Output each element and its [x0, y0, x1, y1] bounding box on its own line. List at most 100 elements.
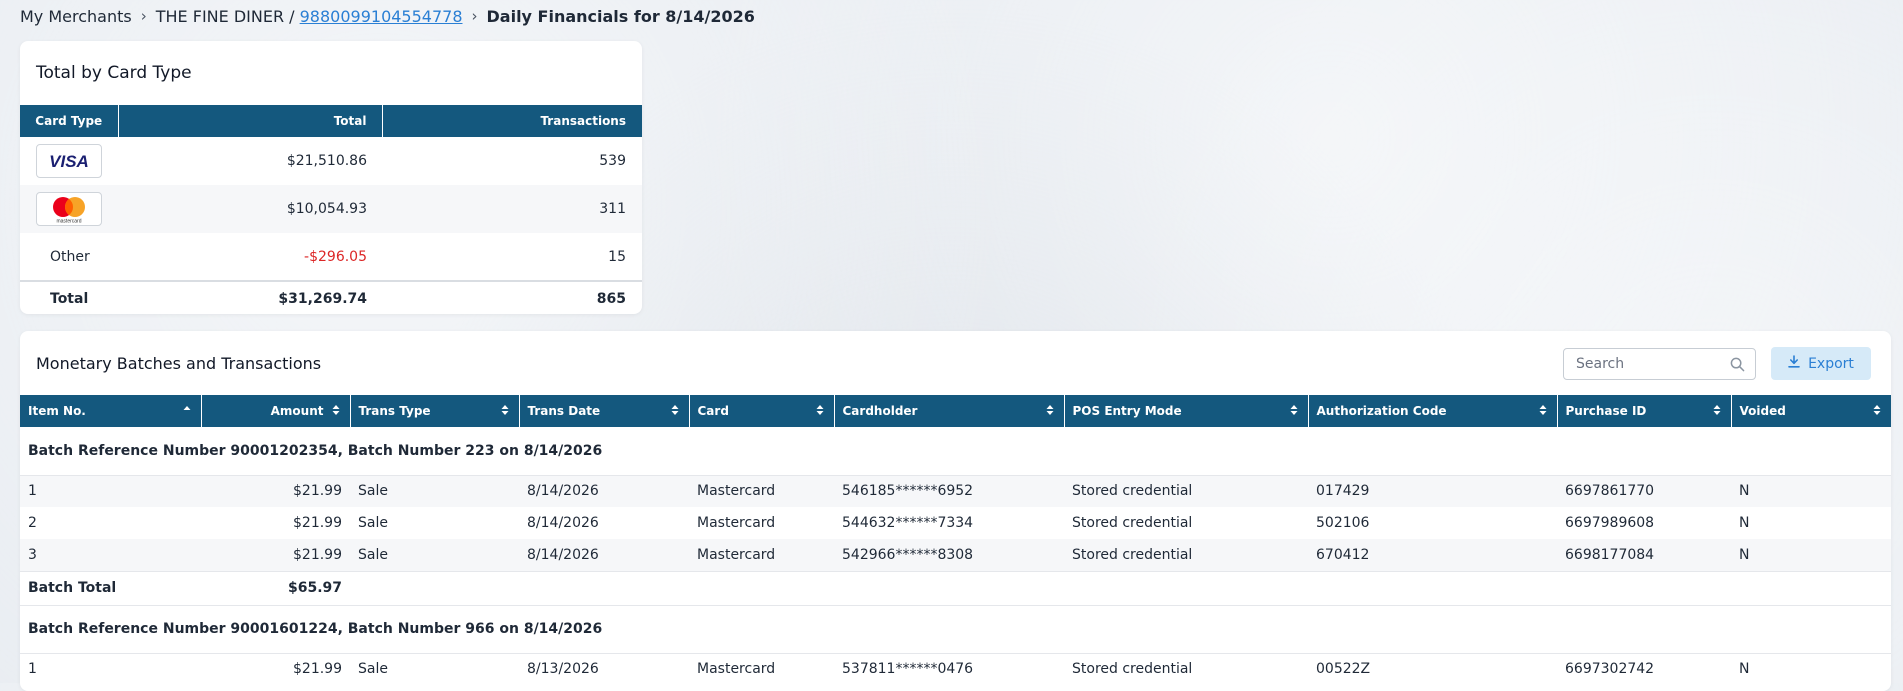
row-total: $21,510.86 — [286, 153, 367, 169]
cell-voided: N — [1739, 515, 1750, 531]
total-amount: $31,269.74 — [118, 280, 382, 315]
column-header-amount[interactable]: Amount — [201, 395, 351, 427]
batches-panel: Monetary Batches and Transactions Export… — [20, 331, 1891, 691]
cell-trans-date: 8/14/2026 — [519, 475, 689, 507]
sort-icon — [1045, 404, 1055, 419]
visa-logo: VISA — [36, 144, 102, 178]
column-header-authorization-code[interactable]: Authorization Code — [1308, 395, 1558, 427]
cell-pos-entry-mode: Stored credential — [1072, 661, 1193, 678]
breadcrumb-my-merchants[interactable]: My Merchants — [20, 7, 132, 26]
cell-authorization-code: 017429 — [1308, 475, 1557, 507]
column-header-item-no[interactable]: Item No. — [20, 395, 202, 427]
table-row[interactable]: 3 $21.99 Sale 8/14/2026 Mastercard 54296… — [20, 539, 1891, 571]
cell-item-no: 3 — [20, 539, 201, 571]
total-label: Total — [20, 280, 118, 315]
row-card-type: Other — [50, 248, 90, 265]
export-label: Export — [1808, 355, 1854, 372]
table-row: VISA $21,510.86 539 — [20, 137, 642, 185]
cell-voided: N — [1731, 539, 1891, 571]
cell-authorization-code: 670412 — [1308, 539, 1557, 571]
batch-total-label: Batch Total — [20, 570, 201, 606]
breadcrumb: My Merchants › THE FINE DINER / 98800991… — [20, 4, 755, 28]
cell-amount: $21.99 — [293, 661, 342, 678]
search-input[interactable] — [1574, 355, 1724, 373]
download-icon — [1788, 355, 1800, 372]
cell-item-no: 1 — [28, 661, 37, 678]
table-row[interactable]: 2 $21.99 Sale 8/14/2026 Mastercard 54463… — [20, 507, 1891, 539]
cell-pos-entry-mode: Stored credential — [1072, 515, 1193, 531]
batch-header: Batch Reference Number 90001601224, Batc… — [20, 605, 1891, 654]
batch-header: Batch Reference Number 90001202354, Batc… — [20, 427, 1891, 476]
svg-text:mastercard: mastercard — [56, 219, 81, 225]
column-header-cardholder[interactable]: Cardholder — [834, 395, 1065, 427]
cell-cardholder: 544632******7334 — [842, 515, 974, 531]
sort-icon — [815, 404, 825, 419]
column-header-total: Total — [118, 105, 383, 137]
chevron-right-icon: › — [140, 7, 147, 25]
cell-item-no: 1 — [20, 475, 201, 507]
cell-amount: $21.99 — [293, 515, 342, 531]
column-header-trans-type[interactable]: Trans Type — [350, 395, 520, 427]
cell-item-no: 2 — [28, 515, 37, 531]
table-row: mastercard $10,054.93 311 — [20, 185, 642, 233]
row-total: $10,054.93 — [118, 185, 382, 233]
cell-card: Mastercard — [697, 515, 776, 531]
column-header-purchase-id[interactable]: Purchase ID — [1557, 395, 1732, 427]
sort-icon — [500, 404, 510, 419]
column-header-pos-entry-mode[interactable]: POS Entry Mode — [1064, 395, 1309, 427]
breadcrumb-merchant-name: THE FINE DINER / — [155, 6, 295, 26]
cell-card: Mastercard — [689, 475, 834, 507]
export-button[interactable]: Export — [1771, 347, 1871, 380]
cell-purchase-id: 6697861770 — [1557, 475, 1731, 507]
cell-card: Mastercard — [689, 539, 834, 571]
sort-icon — [1538, 404, 1548, 419]
cell-trans-date: 8/13/2026 — [527, 661, 599, 678]
cell-amount: $21.99 — [201, 539, 350, 571]
cell-trans-type: Sale — [350, 539, 519, 571]
column-header-trans-date[interactable]: Trans Date — [519, 395, 690, 427]
cell-pos-entry-mode: Stored credential — [1064, 539, 1308, 571]
sort-ascending-icon — [182, 404, 192, 419]
total-transactions: 865 — [382, 280, 642, 315]
cell-trans-type: Sale — [350, 475, 519, 507]
batch-total-row: Batch Total $65.97 — [20, 570, 1891, 606]
breadcrumb-merchant-id-link[interactable]: 9880099104554778 — [300, 7, 463, 26]
sort-icon — [1289, 404, 1299, 419]
batch-total-amount: $65.97 — [201, 570, 350, 606]
cell-trans-type: Sale — [358, 515, 388, 531]
cell-card: Mastercard — [697, 661, 776, 678]
sort-icon — [670, 404, 680, 419]
row-transactions: 539 — [599, 153, 626, 169]
cell-purchase-id: 6697989608 — [1565, 515, 1655, 531]
row-transactions: 311 — [382, 185, 642, 233]
card-type-totals-panel: Total by Card Type Card Type Total Trans… — [20, 41, 642, 315]
cell-trans-type: Sale — [358, 661, 388, 678]
cell-cardholder: 542966******8308 — [834, 539, 1064, 571]
total-row: Total $31,269.74 865 — [20, 280, 642, 315]
table-row[interactable]: 1 $21.99 Sale 8/14/2026 Mastercard 54618… — [20, 475, 1891, 507]
column-header-card[interactable]: Card — [689, 395, 835, 427]
card-type-totals-title: Total by Card Type — [36, 63, 192, 83]
column-header-transactions: Transactions — [382, 105, 642, 137]
cell-trans-date: 8/14/2026 — [519, 539, 689, 571]
search-icon[interactable] — [1730, 357, 1745, 376]
cell-authorization-code: 00522Z — [1316, 661, 1371, 678]
cell-trans-date: 8/14/2026 — [527, 515, 599, 531]
sort-icon — [1712, 404, 1722, 419]
svg-text:VISA: VISA — [49, 152, 89, 170]
cell-amount: $21.99 — [201, 475, 350, 507]
chevron-right-icon: › — [471, 7, 478, 25]
search-box — [1563, 348, 1756, 380]
row-transactions: 15 — [608, 248, 626, 265]
transactions-table: Item No. Amount Trans Type Trans Date Ca… — [20, 395, 1891, 685]
column-header-card-type: Card Type — [20, 105, 119, 137]
card-type-table: Card Type Total Transactions VISA $21,51… — [20, 105, 642, 315]
cell-pos-entry-mode: Stored credential — [1064, 475, 1308, 507]
table-row[interactable]: 1 $21.99 Sale 8/13/2026 Mastercard 53781… — [20, 653, 1891, 685]
batches-title: Monetary Batches and Transactions — [36, 354, 322, 373]
cell-cardholder: 546185******6952 — [834, 475, 1064, 507]
cell-voided: N — [1731, 475, 1891, 507]
column-header-voided[interactable]: Voided — [1731, 395, 1891, 427]
cell-authorization-code: 502106 — [1316, 515, 1370, 531]
cell-purchase-id: 6698177084 — [1557, 539, 1731, 571]
